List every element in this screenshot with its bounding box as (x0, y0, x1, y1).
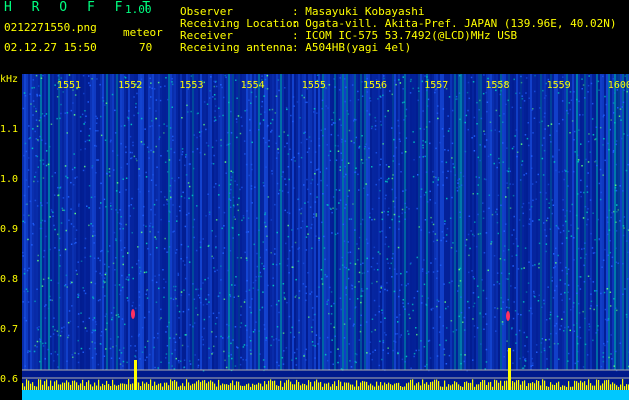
meteor-spike-1 (134, 360, 137, 390)
frequency-unit-label: kHz (0, 74, 19, 85)
file-name: 0212271550.png (4, 21, 97, 34)
y-tick-1-1: 1.1 (0, 124, 19, 135)
header-panel: H R O F F T 1.00 0212271550.png meteor 0… (0, 0, 629, 74)
time-tick-1551: 1551 (57, 80, 82, 91)
meteor-count: 70 (139, 41, 153, 54)
time-tick-1553: 1553 (179, 80, 204, 91)
date-time: 02.12.27 15:50 (4, 41, 97, 54)
y-tick-0-7: 0.7 (0, 324, 19, 335)
time-tick-1558: 1558 (485, 80, 510, 91)
meteor-label: meteor (123, 26, 163, 39)
time-tick-1552: 1552 (118, 80, 143, 91)
app-version: 1.00 (125, 3, 152, 16)
time-tick-1557: 1557 (424, 80, 449, 91)
antenna-label: Receiving antenna (180, 41, 293, 54)
time-tick-1555: 1555 (301, 80, 326, 91)
time-tick-1559: 1559 (546, 80, 571, 91)
noise-streaks (22, 74, 629, 370)
meteor-echo-2 (506, 311, 510, 321)
time-tick-1554: 1554 (240, 80, 265, 91)
y-tick-0-9: 0.9 (0, 224, 19, 235)
meteor-spike-2 (508, 348, 511, 390)
signal-baseline (22, 390, 629, 400)
y-tick-0-8: 0.8 (0, 274, 19, 285)
time-tick-1556: 1556 (363, 80, 388, 91)
meteor-echo-1 (131, 309, 135, 319)
spectrogram-display (22, 74, 629, 400)
y-tick-0-6: 0.6 (0, 374, 19, 385)
time-tick-1600: 1600 (607, 80, 629, 91)
antenna-value: : A504HB(yagi 4el) (292, 41, 412, 54)
y-tick-1-0: 1.0 (0, 174, 19, 185)
